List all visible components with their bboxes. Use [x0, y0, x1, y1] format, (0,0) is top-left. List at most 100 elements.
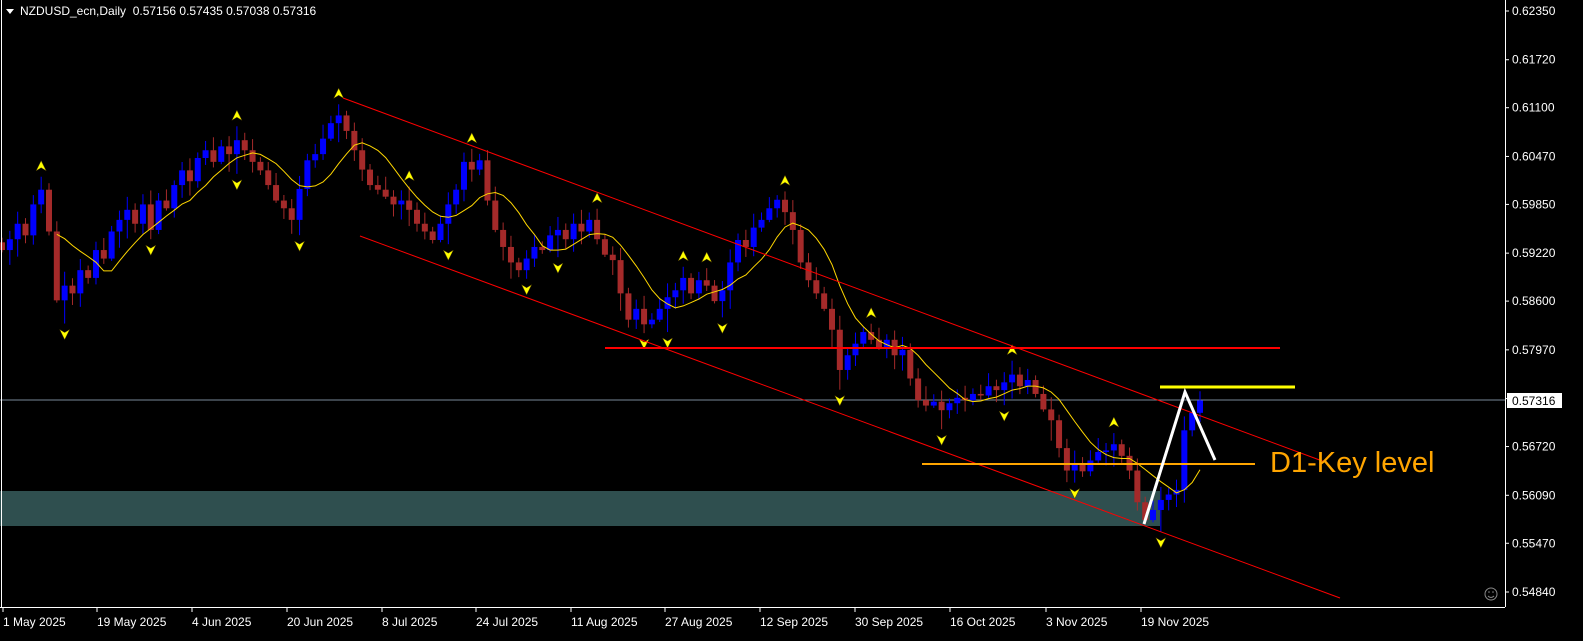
candle-body — [398, 200, 405, 205]
candle-body — [547, 235, 554, 251]
candle-body — [429, 231, 436, 240]
fractal-up-icon — [403, 170, 415, 182]
candle-body — [1063, 448, 1070, 471]
candles — [0, 104, 1203, 532]
candle-body — [617, 260, 624, 294]
candle-body — [688, 277, 695, 294]
candle-body — [374, 185, 381, 190]
time-axis: 1 May 2025 19 May 2025 4 Jun 2025 20 Jun 20… — [2, 607, 1209, 629]
candle-body — [562, 229, 569, 240]
candle-body — [1103, 450, 1110, 452]
candle-body — [1165, 494, 1172, 500]
candle-body — [77, 270, 84, 294]
current-price-label: 0.57316 — [1512, 394, 1556, 408]
candle-body — [257, 161, 264, 171]
fractal-down-icon — [936, 434, 948, 446]
fractal-up-icon — [333, 87, 345, 99]
candle-body — [210, 150, 217, 162]
candle-body — [633, 308, 640, 320]
time-tick-label: 27 Aug 2025 — [665, 615, 733, 629]
fractal-down-icon — [59, 328, 71, 341]
candle-body — [1181, 430, 1188, 490]
candle-body — [758, 219, 765, 228]
candle-body — [1197, 400, 1203, 413]
candle-body — [828, 308, 835, 330]
fractal-down-icon — [716, 322, 728, 334]
price-tick-label: 0.54840 — [1512, 585, 1556, 599]
candle-body — [680, 277, 687, 291]
candle-body — [601, 239, 608, 255]
candle-body — [766, 208, 773, 220]
dropdown-triangle-icon[interactable] — [6, 9, 14, 15]
candle-body — [453, 189, 460, 205]
candle-body — [155, 200, 162, 230]
time-tick-label: 30 Sep 2025 — [855, 615, 923, 629]
time-tick-label: 1 May 2025 — [3, 615, 66, 629]
smiley-icon[interactable] — [1484, 587, 1498, 601]
price-tick-label: 0.56090 — [1512, 488, 1556, 502]
time-tick-label: 20 Jun 2025 — [287, 615, 353, 629]
fractal-down-icon — [442, 249, 454, 261]
fractal-up-icon — [466, 132, 478, 144]
candle-body — [265, 170, 272, 186]
price-tick-label: 0.58600 — [1512, 294, 1556, 308]
candle-body — [719, 290, 726, 302]
candle-body — [969, 393, 976, 401]
candle-body — [421, 223, 428, 232]
candle-body — [836, 329, 843, 370]
channel-upper-line[interactable] — [342, 97, 1326, 463]
candle-body — [327, 123, 334, 139]
price-tick-label: 0.59220 — [1512, 246, 1556, 260]
candle-body — [296, 188, 303, 220]
candle-body — [186, 170, 193, 182]
candle-body — [930, 401, 937, 406]
candle-body — [30, 204, 37, 236]
candle-body — [860, 332, 867, 344]
candle-body — [53, 231, 60, 301]
key-level-annotation[interactable]: D1-Key level — [1270, 447, 1434, 479]
fractal-up-icon — [591, 192, 603, 204]
candle-body — [1024, 380, 1031, 387]
candle-body — [1048, 409, 1055, 421]
candle-body — [1056, 420, 1063, 449]
candle-body — [273, 185, 280, 201]
candle-body — [672, 290, 679, 298]
time-tick-label: 8 Jul 2025 — [382, 615, 438, 629]
candle-body — [163, 200, 170, 209]
candle-body — [476, 160, 483, 170]
candle-body — [915, 378, 922, 401]
candle-body — [249, 150, 256, 162]
candle-body — [507, 246, 514, 263]
candle-body — [85, 270, 92, 278]
candle-body — [367, 169, 374, 186]
candle-body — [382, 189, 389, 197]
candle-body — [774, 199, 781, 209]
candle-body — [1001, 382, 1008, 391]
candle-body — [852, 343, 859, 356]
price-chart[interactable]: D1-Key level 0.62350 0.61720 0.61100 0.6047… — [0, 0, 1583, 641]
fractal-up-icon — [1108, 416, 1120, 428]
candle-body — [1134, 470, 1141, 503]
candle-body — [586, 219, 593, 232]
candle-body — [515, 262, 522, 271]
fractal-up-icon — [779, 174, 791, 187]
candle-body — [782, 199, 789, 213]
candle-body — [946, 403, 953, 411]
candle-body — [578, 223, 585, 232]
price-tick-label: 0.55470 — [1512, 536, 1556, 550]
candle-body — [554, 229, 561, 236]
demand-zone[interactable] — [0, 491, 1160, 526]
candle-body — [320, 138, 327, 155]
time-tick-label: 4 Jun 2025 — [192, 615, 252, 629]
candle-body — [922, 400, 929, 406]
price-tick-label: 0.61720 — [1512, 53, 1556, 67]
candle-body — [14, 223, 21, 240]
candle-body — [45, 189, 52, 232]
fractal-down-icon — [834, 395, 846, 407]
candle-body — [656, 308, 663, 320]
candle-body — [993, 386, 1000, 391]
fractal-down-icon — [998, 410, 1010, 422]
fractal-down-icon — [145, 244, 157, 256]
candle-body — [1110, 444, 1117, 451]
candle-body — [492, 200, 499, 230]
